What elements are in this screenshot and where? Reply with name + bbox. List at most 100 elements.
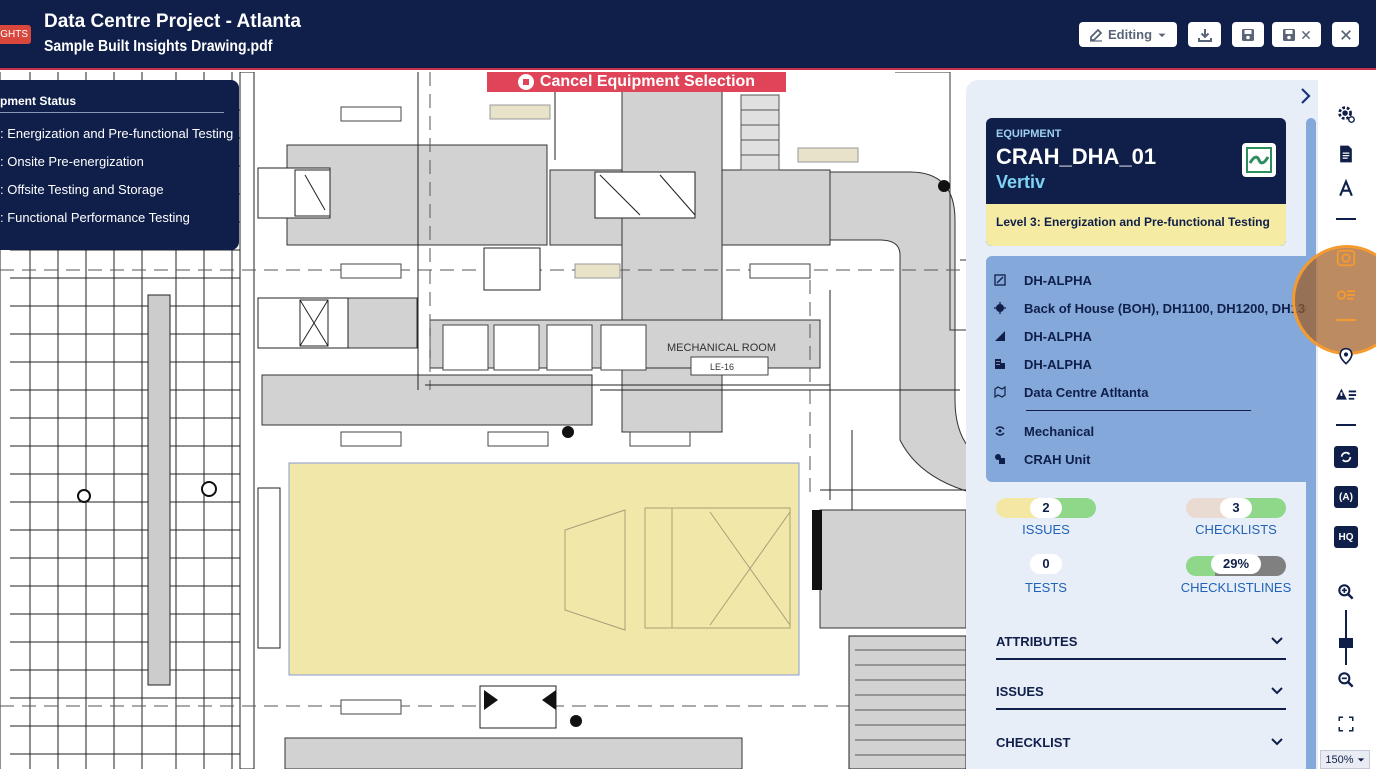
info-divider bbox=[1026, 410, 1251, 411]
hq-toggle[interactable]: HQ bbox=[1334, 526, 1358, 548]
checklistlines-percent: 29% bbox=[1211, 554, 1261, 574]
info-text: DH-ALPHA bbox=[1024, 356, 1092, 372]
issues-count: 2 bbox=[1030, 498, 1062, 518]
sync-tool[interactable] bbox=[1334, 446, 1358, 468]
chevron-down-icon bbox=[1271, 637, 1283, 645]
equipment-status-legend: pment Status : Energization and Pre-func… bbox=[0, 80, 239, 250]
cancel-selection-label: Cancel Equipment Selection bbox=[539, 73, 756, 90]
drawing-filename: Sample Built Insights Drawing.pdf bbox=[44, 38, 273, 55]
issues-section[interactable]: ISSUES bbox=[996, 674, 1286, 710]
fullscreen-button[interactable] bbox=[1334, 712, 1358, 736]
site-icon bbox=[994, 386, 1006, 398]
toolbar-divider bbox=[1336, 424, 1356, 426]
equipment-tool[interactable] bbox=[1334, 246, 1358, 270]
equipment-list-icon bbox=[1336, 290, 1356, 300]
equipment-name: CRAH_DHA_01 bbox=[996, 144, 1157, 169]
equipment-location-info: DH-ALPHA Back of House (BOH), DH1100, DH… bbox=[986, 256, 1306, 482]
equipment-vendor: Vertiv bbox=[996, 172, 1046, 192]
equipment-icon bbox=[1336, 249, 1356, 267]
equipment-tag: EQUIPMENT bbox=[996, 128, 1062, 140]
editing-mode-label: Editing bbox=[1107, 27, 1153, 42]
save-icon bbox=[1283, 28, 1295, 41]
save-icon bbox=[1242, 28, 1254, 41]
legend-divider bbox=[0, 112, 224, 113]
legend-item: : Offsite Testing and Storage bbox=[0, 182, 164, 197]
legend-item: : Energization and Pre-functional Testin… bbox=[0, 126, 234, 141]
info-text: DH-ALPHA bbox=[1024, 272, 1092, 288]
panel-scrollbar[interactable] bbox=[1306, 118, 1316, 769]
info-text: CRAH Unit bbox=[1024, 451, 1091, 467]
cancel-equipment-selection-button[interactable]: Cancel Equipment Selection bbox=[487, 72, 786, 92]
section-title: ISSUES bbox=[996, 684, 1044, 699]
tests-label: TESTS bbox=[1025, 580, 1067, 595]
document-tool[interactable] bbox=[1334, 142, 1358, 166]
checklists-label: CHECKLISTS bbox=[1195, 522, 1277, 537]
zoom-level-select[interactable]: 150% bbox=[1320, 750, 1370, 769]
chevron-down-icon bbox=[1271, 687, 1283, 695]
checklist-section[interactable]: CHECKLIST bbox=[996, 725, 1286, 761]
project-title: Data Centre Project - Atlanta bbox=[44, 11, 301, 32]
issues-label: ISSUES bbox=[1022, 522, 1070, 537]
issues-list-tool[interactable] bbox=[1334, 384, 1358, 408]
settings-tool[interactable] bbox=[1334, 102, 1358, 126]
info-text: Mechanical bbox=[1024, 423, 1095, 439]
section-title: ATTRIBUTES bbox=[996, 634, 1078, 649]
download-icon bbox=[1197, 28, 1212, 42]
app-header: GHTS Data Centre Project - Atlanta Sampl… bbox=[0, 0, 1376, 70]
zoom-out-button[interactable] bbox=[1334, 668, 1358, 692]
legend-item: : Functional Performance Testing bbox=[0, 210, 190, 225]
caret-down-icon bbox=[1158, 33, 1166, 37]
brand-badge: GHTS bbox=[0, 25, 31, 44]
location-tool[interactable] bbox=[1334, 345, 1358, 369]
save-and-close-button[interactable] bbox=[1272, 22, 1321, 47]
gear-icon bbox=[1338, 106, 1355, 123]
translate-tool[interactable]: (A) bbox=[1334, 486, 1358, 508]
chevron-right-icon bbox=[1301, 88, 1311, 104]
equipment-header-card: EQUIPMENT CRAH_DHA_01 Vertiv Level 3: En… bbox=[986, 118, 1286, 246]
section-title: CHECKLIST bbox=[996, 735, 1071, 750]
sync-icon bbox=[1340, 451, 1352, 463]
chevron-down-icon bbox=[1271, 738, 1283, 746]
floor-icon bbox=[995, 331, 1005, 341]
selected-equipment-crah[interactable] bbox=[288, 462, 800, 676]
caret-down-icon bbox=[1357, 757, 1364, 762]
zoom-level-value: 150% bbox=[1325, 753, 1354, 766]
text-icon bbox=[1339, 179, 1353, 197]
info-text: Data Centre Atltanta bbox=[1024, 384, 1149, 400]
info-text: Back of House (BOH), DH1100, DH1200, DH1… bbox=[1024, 300, 1306, 316]
legend-item: : Onsite Pre-energization bbox=[0, 154, 144, 169]
download-button[interactable] bbox=[1188, 22, 1221, 47]
collapse-panel-button[interactable] bbox=[1298, 86, 1314, 106]
info-text: DH-ALPHA bbox=[1024, 328, 1092, 344]
toolbar-divider bbox=[1336, 218, 1356, 220]
equipment-status-level: Level 3: Energization and Pre-functional… bbox=[986, 204, 1286, 246]
warning-list-icon bbox=[1335, 388, 1357, 400]
zoom-in-icon bbox=[1338, 584, 1354, 600]
room-label: MECHANICAL ROOM bbox=[667, 342, 776, 354]
edit-icon bbox=[1089, 28, 1103, 42]
building-icon bbox=[995, 359, 1005, 369]
zone-icon bbox=[994, 302, 1006, 314]
room-tag: LE-16 bbox=[710, 362, 734, 372]
zoom-slider-thumb[interactable] bbox=[1339, 638, 1353, 648]
close-drawing-button[interactable] bbox=[1332, 22, 1359, 47]
close-icon bbox=[1340, 29, 1351, 40]
toolbar-divider bbox=[1336, 319, 1356, 321]
fullscreen-icon bbox=[1338, 716, 1354, 732]
text-tool[interactable] bbox=[1334, 177, 1358, 201]
legend-title: pment Status bbox=[0, 94, 77, 108]
type-icon bbox=[995, 454, 1005, 464]
save-button[interactable] bbox=[1232, 22, 1264, 47]
equipment-list-tool[interactable] bbox=[1334, 283, 1358, 307]
system-icon bbox=[995, 426, 1005, 436]
tests-count[interactable]: 0 bbox=[1030, 554, 1062, 574]
checklistlines-label: CHECKLISTLINES bbox=[1180, 580, 1292, 595]
checklists-count: 3 bbox=[1220, 498, 1252, 518]
document-icon bbox=[1340, 145, 1352, 163]
area-icon bbox=[994, 274, 1006, 286]
editing-mode-dropdown[interactable]: Editing bbox=[1079, 22, 1177, 47]
attributes-section[interactable]: ATTRIBUTES bbox=[996, 624, 1286, 660]
vendor-logo-icon bbox=[1242, 143, 1276, 177]
close-icon bbox=[1301, 30, 1311, 39]
zoom-in-button[interactable] bbox=[1334, 580, 1358, 604]
